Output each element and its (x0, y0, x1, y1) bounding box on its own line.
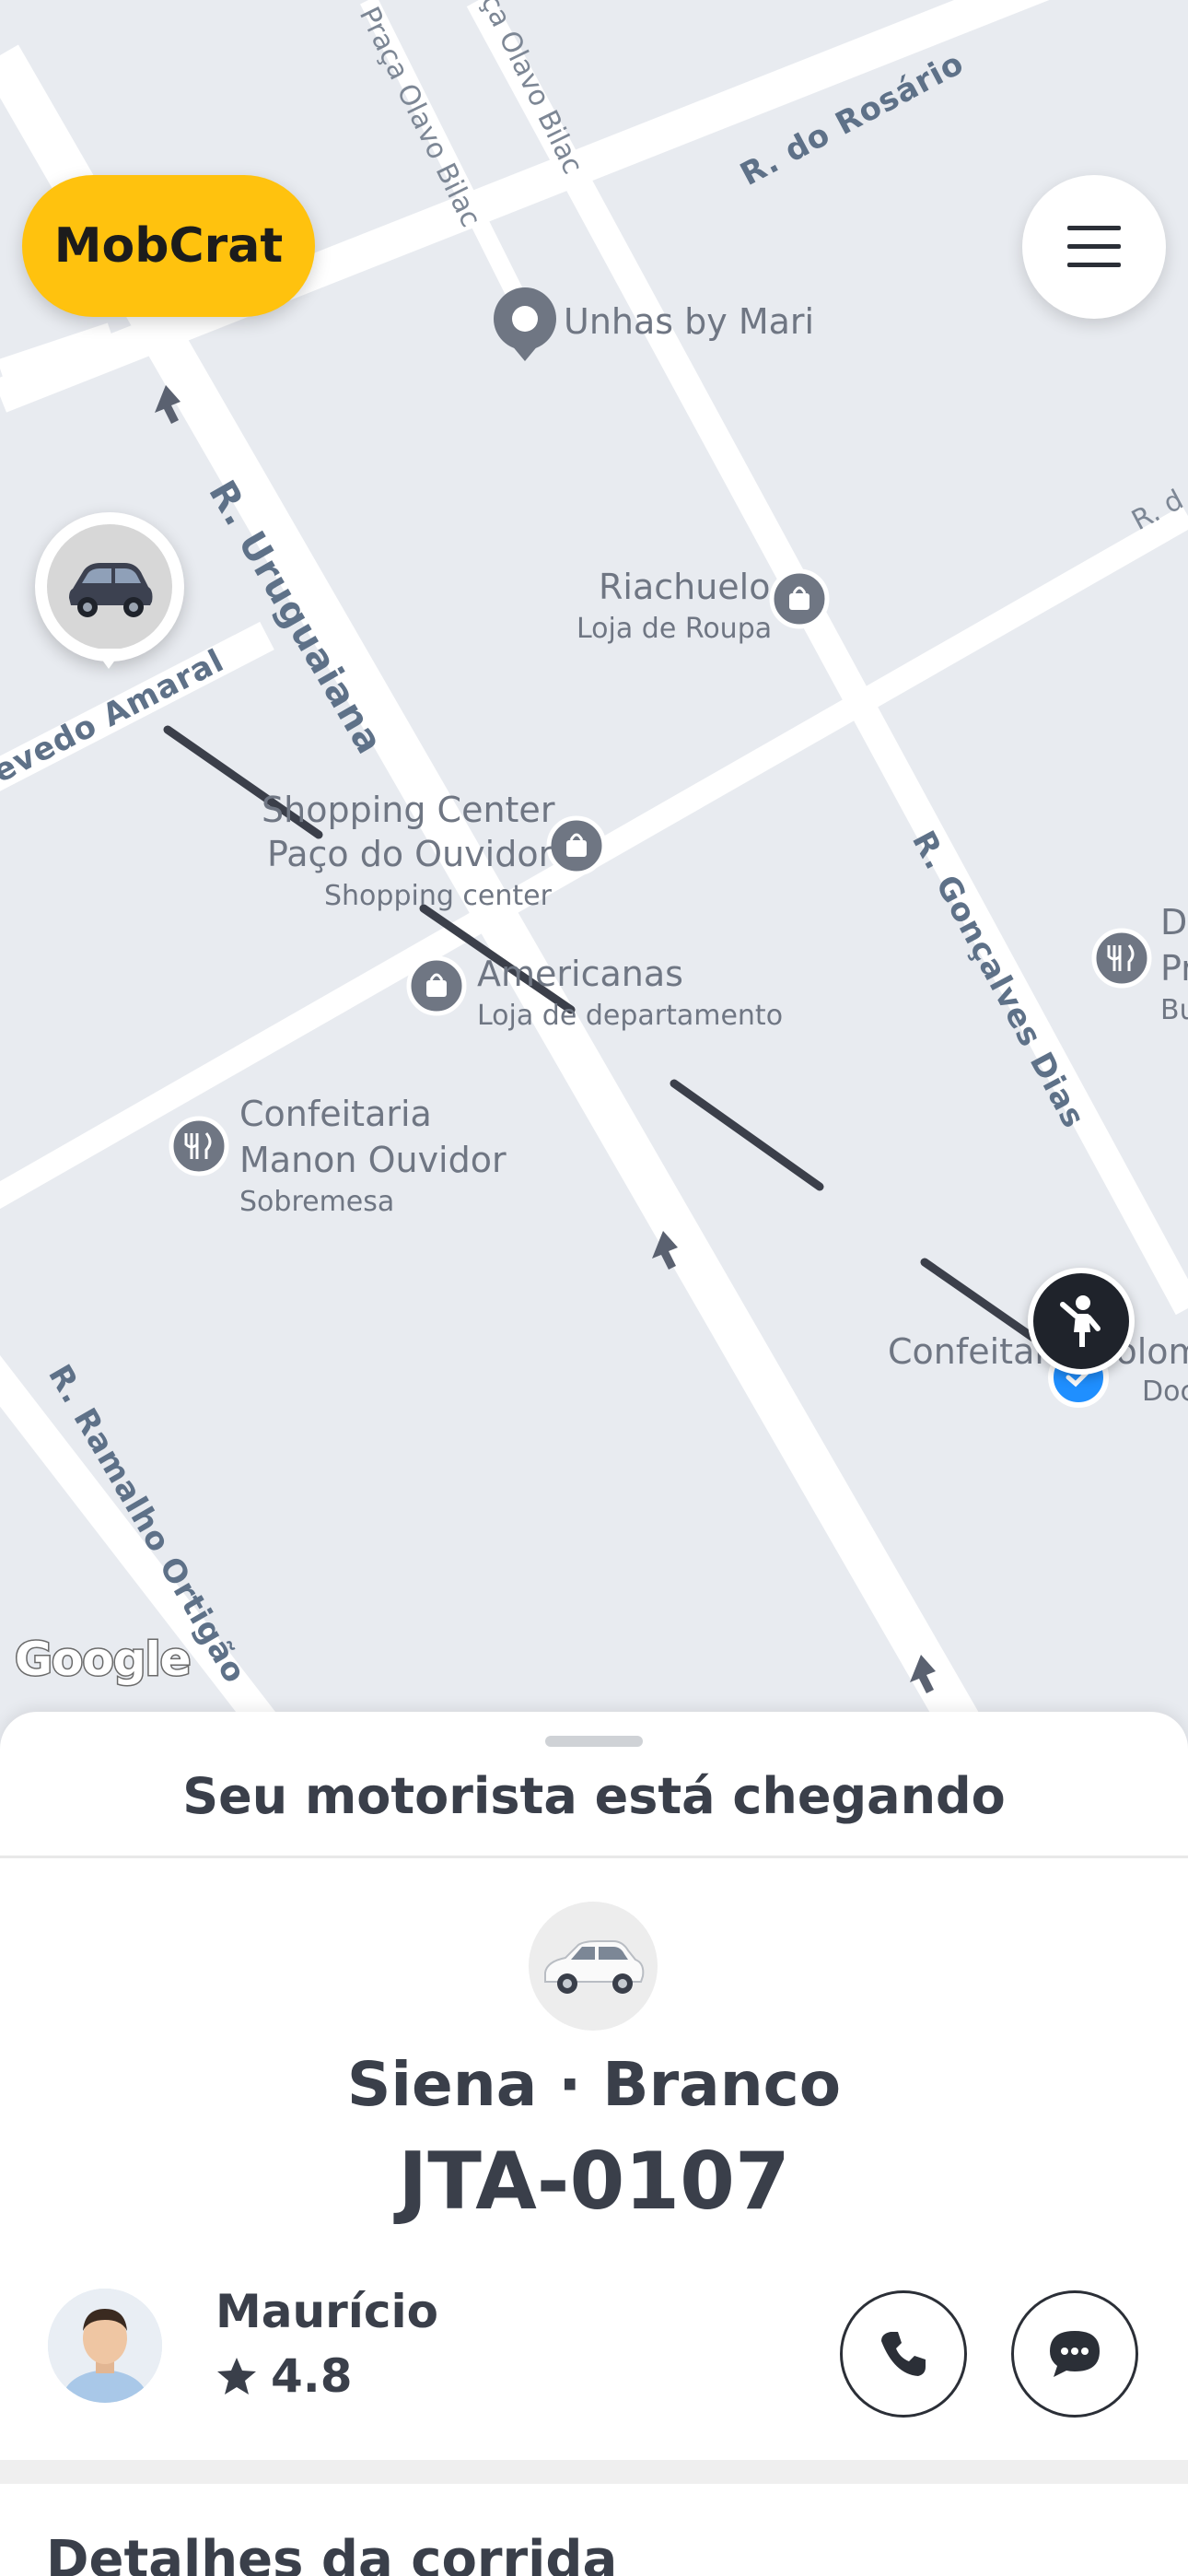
street-label: R. Gonçalves Dias (904, 825, 1092, 1134)
phone-icon (881, 2332, 926, 2376)
poi-pin-manon[interactable] (169, 1116, 229, 1177)
driver-car-marker[interactable] (35, 512, 184, 662)
street-label: R. Uruguaiana (200, 474, 390, 762)
poi-pin-americanas[interactable] (406, 955, 467, 1016)
driver-name: Maurício (215, 2285, 439, 2338)
chat-bubble-icon (1050, 2331, 1100, 2377)
divider (0, 1856, 1188, 1858)
poi-sublabel: Shopping center (324, 880, 553, 912)
car-marker-inner (47, 524, 172, 650)
ride-status-sheet: Seu motorista está chegando Siena · Bran… (0, 1712, 1188, 2576)
passenger-marker[interactable] (1028, 1268, 1135, 1375)
poi-label: Pr (1160, 948, 1188, 989)
poi-label: Paço do Ouvidor (267, 834, 553, 874)
car-icon (544, 1940, 645, 1994)
poi-label: Manon Ouvidor (239, 1140, 507, 1180)
poi-label: Shopping Center (262, 790, 555, 830)
driver-rating-row: 4.8 (215, 2349, 353, 2403)
route-segment (670, 1079, 824, 1191)
poi-pin-right[interactable] (1091, 928, 1152, 989)
driver-rating: 4.8 (271, 2349, 353, 2403)
section-separator (0, 2460, 1188, 2484)
google-attribution: Google (14, 1632, 193, 1688)
chat-driver-button[interactable] (1011, 2290, 1138, 2418)
hamburger-menu-icon (1067, 226, 1121, 267)
route-segment (920, 1258, 1038, 1342)
poi-sublabel: Doc (1142, 1376, 1188, 1408)
ride-details-title[interactable]: Detalhes da corrida (46, 2530, 617, 2576)
brand-button[interactable]: MobCrat (22, 175, 315, 317)
poi-pins (169, 287, 1152, 1177)
vehicle-model-color: Siena · Branco (346, 2049, 842, 2120)
poi-label: D (1160, 902, 1187, 943)
street-label: Praça Olavo Bilac (353, 2, 487, 232)
car-marker-tail (94, 649, 123, 669)
poi-sublabel: Loja de departamento (477, 1000, 783, 1032)
poi-sublabel: Sobremesa (239, 1186, 394, 1218)
passenger-waving-icon (1060, 1295, 1101, 1347)
car-icon (69, 563, 153, 617)
status-title: Seu motorista está chegando (182, 1767, 1006, 1825)
star-icon (217, 2358, 256, 2395)
street-label: ça Olavo Bilac (474, 0, 589, 180)
vehicle-plate: JTA-0107 (398, 2136, 790, 2228)
vehicle-thumbnail (529, 1902, 658, 2031)
poi-label: Unhas by Mari (564, 301, 814, 342)
poi-label: Confeitaria (239, 1094, 432, 1134)
poi-label: Americanas (477, 954, 683, 994)
driver-avatar[interactable] (48, 2289, 162, 2403)
poi-pin-unhas[interactable] (494, 287, 556, 361)
poi-label: Riachuelo (599, 567, 771, 607)
driver-photo (48, 2289, 162, 2403)
menu-button[interactable] (1022, 175, 1166, 319)
poi-sublabel: Bu (1160, 994, 1188, 1026)
call-driver-button[interactable] (840, 2290, 967, 2418)
poi-pin-riachuelo[interactable] (769, 568, 830, 629)
poi-sublabel: Loja de Roupa (577, 613, 772, 645)
sheet-drag-handle[interactable] (545, 1736, 643, 1747)
poi-pin-shopping[interactable] (546, 815, 607, 876)
